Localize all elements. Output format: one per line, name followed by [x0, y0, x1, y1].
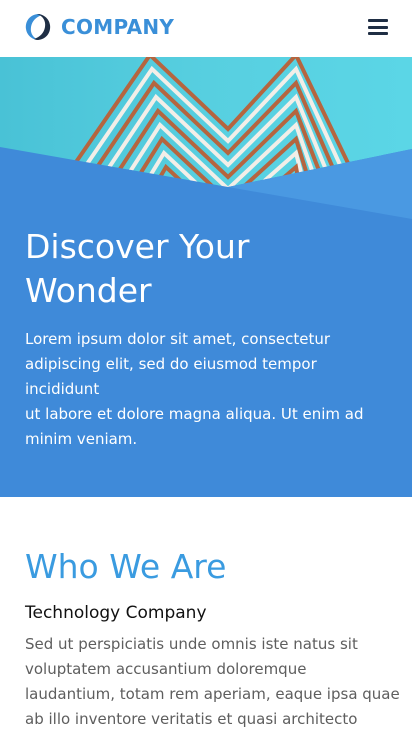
- section-subheading: Technology Company: [25, 603, 207, 623]
- logo-text: COMPANY: [61, 15, 175, 39]
- hamburger-menu-icon[interactable]: [366, 18, 390, 38]
- hero-section: Discover Your Wonder Lorem ipsum dolor s…: [0, 57, 412, 497]
- top-header: COMPANY: [0, 0, 412, 57]
- who-we-are-section: Who We Are Technology Company Sed ut per…: [0, 497, 412, 732]
- swoosh-logo-icon: [25, 14, 51, 40]
- section-description: Sed ut perspiciatis unde omnis iste natu…: [25, 635, 400, 728]
- menu-bar: [368, 32, 388, 35]
- hero-title: Discover Your Wonder: [25, 227, 250, 310]
- menu-bar: [368, 19, 388, 22]
- menu-bar: [368, 25, 388, 29]
- hero-description: Lorem ipsum dolor sit amet, consectetur …: [25, 330, 364, 448]
- company-logo[interactable]: COMPANY: [24, 12, 174, 42]
- section-heading: Who We Are: [25, 547, 227, 586]
